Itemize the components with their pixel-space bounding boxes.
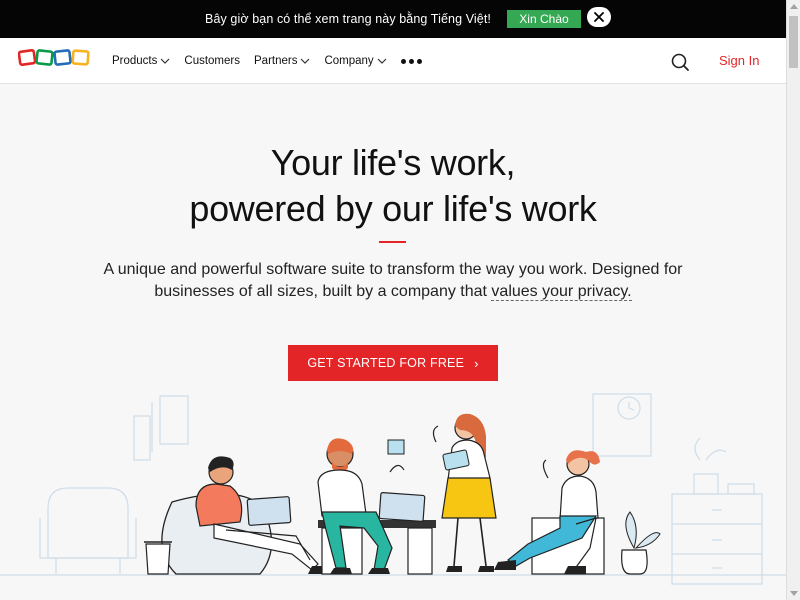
nav-customers[interactable]: Customers [184, 55, 240, 67]
language-banner: Bây giờ bạn có thể xem trang này bằng Ti… [0, 0, 786, 38]
nav-company-label: Company [324, 55, 374, 67]
site-header: Products Customers Partners Company Sign… [0, 38, 786, 84]
hero-subtitle: A unique and powerful software suite to … [100, 259, 686, 303]
hero-divider [379, 241, 406, 243]
sign-in-link[interactable]: Sign In [719, 53, 759, 68]
scroll-up-icon[interactable] [790, 4, 798, 9]
nav-products[interactable]: Products [112, 55, 170, 67]
get-started-label: GET STARTED FOR FREE [307, 356, 465, 370]
privacy-link[interactable]: values your privacy. [491, 283, 632, 301]
nav-partners-label: Partners [254, 55, 298, 67]
switch-language-button[interactable]: Xin Chào [506, 10, 581, 28]
chevron-down-icon [377, 58, 387, 64]
main-nav: Products Customers Partners Company [112, 38, 422, 84]
nav-company[interactable]: Company [324, 55, 387, 67]
hero-illustration [0, 393, 786, 585]
close-icon [594, 12, 604, 22]
ellipsis-icon [400, 58, 406, 64]
chevron-right-icon: › [474, 355, 479, 371]
nav-products-label: Products [112, 55, 158, 67]
nav-partners[interactable]: Partners [254, 55, 310, 67]
hero-title: Your life's work, powered by our life's … [0, 140, 786, 232]
close-banner-button[interactable] [587, 7, 611, 27]
search-icon [671, 53, 689, 71]
language-banner-text: Bây giờ bạn có thể xem trang này bằng Ti… [205, 12, 491, 26]
hero-title-line-2: powered by our life's work [189, 188, 597, 229]
get-started-button[interactable]: GET STARTED FOR FREE › [288, 345, 498, 381]
scrollbar-thumb[interactable] [789, 16, 798, 68]
zoho-logo-icon [17, 48, 90, 67]
hero-title-line-1: Your life's work, [270, 142, 516, 183]
zoho-logo[interactable] [17, 48, 90, 74]
search-button[interactable] [670, 52, 690, 72]
chevron-down-icon [301, 58, 310, 64]
scroll-down-icon[interactable] [790, 591, 798, 596]
nav-customers-label: Customers [184, 55, 240, 67]
more-menu-button[interactable] [400, 58, 422, 64]
page-scrollbar[interactable] [786, 0, 800, 600]
chevron-down-icon [160, 58, 170, 64]
